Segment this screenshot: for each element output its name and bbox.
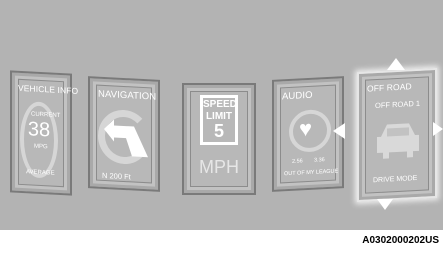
vehicle-front-icon xyxy=(377,123,419,159)
scroll-up-arrow-icon[interactable] xyxy=(387,58,405,70)
track-elapsed: 2.56 xyxy=(292,158,303,165)
vehicle-info-screen[interactable]: VEHICLE INFO CURRENT 38 MPG AVERAGE xyxy=(10,70,78,196)
audio-title: AUDIO xyxy=(282,89,313,103)
track-total: 3.36 xyxy=(314,157,325,164)
cluster-display: VEHICLE INFO CURRENT 38 MPG AVERAGE NAVI… xyxy=(0,0,443,230)
speed-limit-screen[interactable]: SPEED LIMIT 5 MPH xyxy=(182,83,256,195)
scroll-right-arrow-icon[interactable] xyxy=(433,122,443,136)
scroll-left-arrow-icon[interactable] xyxy=(333,123,345,139)
speed-limit-value: 5 xyxy=(213,121,224,141)
speed-limit-sign: SPEED LIMIT 5 xyxy=(200,95,238,145)
figure-code: A0302000202US xyxy=(362,235,439,246)
mpg-value: 38 xyxy=(27,118,51,142)
off-road-screen[interactable]: OFF ROAD OFF ROAD 1 DRIVE MODE xyxy=(357,67,437,203)
speed-label: SPEED xyxy=(203,99,237,110)
speed-unit: MPH xyxy=(199,157,239,177)
turn-distance: N 200 Ft xyxy=(102,170,131,182)
turn-arrow-icon xyxy=(104,119,148,158)
mpg-unit: MPG xyxy=(34,143,48,151)
heart-icon: ♥ xyxy=(299,115,313,142)
navigation-screen[interactable]: NAVIGATION N 200 Ft xyxy=(88,76,160,192)
scroll-down-arrow-icon[interactable] xyxy=(377,199,393,210)
